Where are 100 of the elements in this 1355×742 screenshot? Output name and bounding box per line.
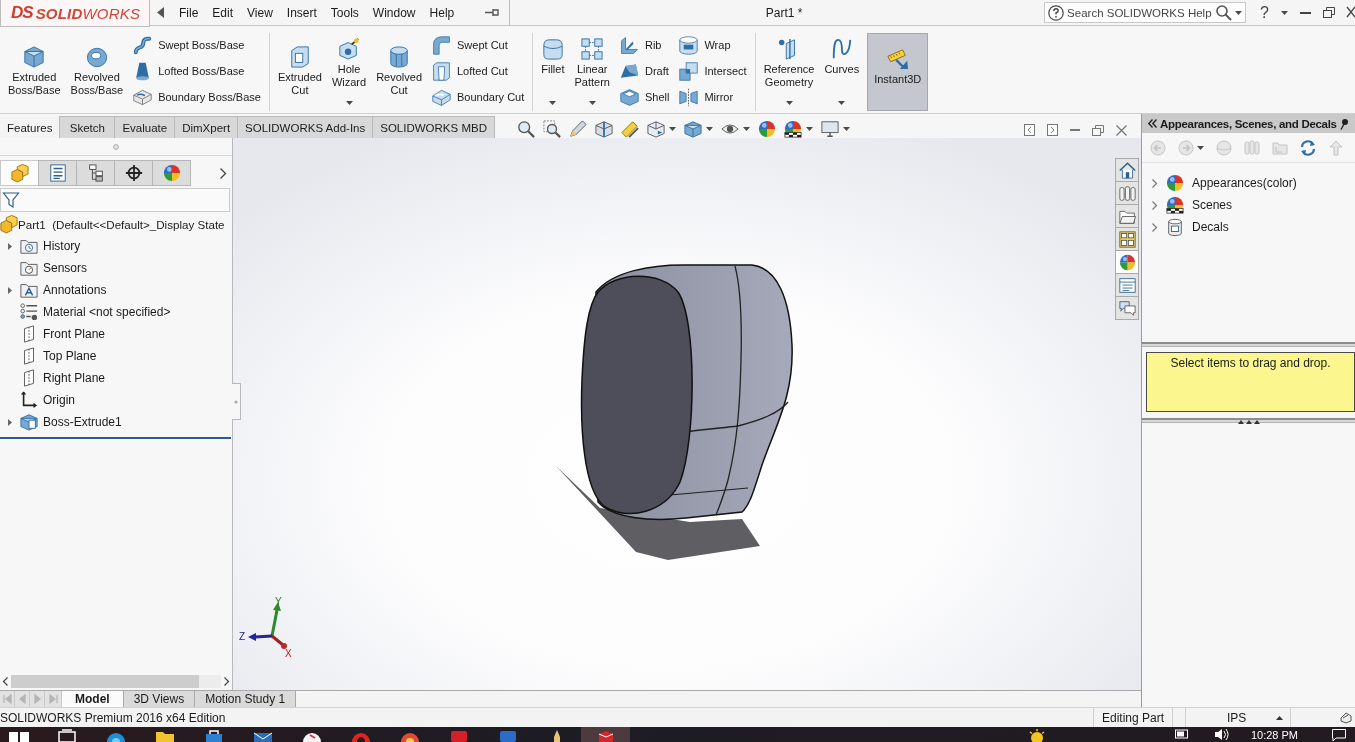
task-pane-tab[interactable]: [1115, 181, 1139, 205]
model-tab[interactable]: Motion Study 1: [195, 691, 297, 707]
chevron-right-icon[interactable]: [220, 167, 226, 179]
box-arrow-icon[interactable]: [646, 120, 665, 138]
menu-item[interactable]: File: [172, 5, 206, 20]
ribbon-button[interactable]: Instant3D: [867, 33, 929, 111]
tile-left-icon[interactable]: [1024, 124, 1035, 136]
caret-icon[interactable]: [842, 127, 850, 131]
funnel-icon[interactable]: [3, 192, 19, 208]
caret-icon[interactable]: [1281, 10, 1288, 15]
menu-item[interactable]: Help: [422, 5, 462, 20]
scene-ball-icon[interactable]: [783, 120, 802, 138]
ruler-pencil-icon[interactable]: [620, 120, 639, 138]
menu-item[interactable]: View: [240, 5, 280, 20]
ribbon-button[interactable]: Swept Boss/Base: [133, 34, 261, 56]
ribbon-button[interactable]: Reference Geometry: [761, 33, 817, 111]
refresh-icon[interactable]: [1300, 139, 1316, 156]
command-tab[interactable]: SOLIDWORKS MBD: [372, 116, 495, 138]
help-button[interactable]: ?: [1260, 3, 1269, 22]
sun-icon[interactable]: [1028, 729, 1045, 742]
pin-icon[interactable]: [485, 8, 499, 17]
caret-icon[interactable]: [588, 101, 596, 105]
search-icon[interactable]: [1216, 4, 1233, 21]
caret-icon[interactable]: [549, 101, 557, 105]
monitor-icon[interactable]: [820, 120, 839, 138]
tree-item[interactable]: Decals: [1142, 216, 1355, 238]
caret-icon[interactable]: [705, 127, 713, 131]
caret-up-icon[interactable]: [1276, 715, 1284, 720]
ribbon-button[interactable]: Swept Cut: [432, 34, 525, 56]
ribbon-button[interactable]: Draft: [619, 60, 670, 82]
manager-tab[interactable]: [38, 160, 77, 186]
expander-icon[interactable]: [8, 286, 12, 294]
task-pane-tab[interactable]: [1115, 296, 1139, 320]
caret-icon[interactable]: [805, 127, 813, 131]
ribbon-button[interactable]: Hole Wizard: [329, 33, 369, 111]
chevron-left-icon[interactable]: [3, 676, 8, 686]
command-tab[interactable]: DimXpert: [174, 116, 239, 138]
magnifier-frame-icon[interactable]: [542, 120, 561, 138]
restore-icon[interactable]: [1092, 124, 1104, 136]
ribbon-button[interactable]: Intersect: [679, 60, 747, 82]
menu-item[interactable]: Tools: [323, 5, 366, 20]
tree-item[interactable]: Boss-Extrude1: [0, 411, 231, 433]
triangle-left-icon[interactable]: [157, 7, 164, 18]
tree-item[interactable]: Scenes: [1142, 194, 1355, 216]
command-tab[interactable]: SOLIDWORKS Add-Ins: [237, 116, 374, 138]
caret-icon[interactable]: [668, 127, 676, 131]
ribbon-button[interactable]: Extruded Boss/Base: [6, 33, 63, 111]
tree-item[interactable]: History: [0, 235, 231, 257]
search-box[interactable]: Search SOLIDWORKS Help: [1044, 2, 1247, 23]
model-tab[interactable]: 3D Views: [123, 691, 196, 707]
clock[interactable]: 10:28 PM: [1250, 729, 1298, 741]
task-pane-tab[interactable]: [1115, 227, 1139, 251]
folder-icon[interactable]: [154, 729, 175, 742]
task-pane-tab[interactable]: [1115, 273, 1139, 297]
battery-icon[interactable]: [1174, 729, 1189, 738]
ribbon-button[interactable]: Revolved Boss/Base: [68, 33, 126, 111]
stacked-rect-icon[interactable]: [56, 729, 77, 742]
close-icon[interactable]: [1116, 124, 1127, 136]
eraser-icon[interactable]: [1340, 711, 1352, 724]
search-field[interactable]: Search SOLIDWORKS Help: [1067, 3, 1214, 22]
grip-icon[interactable]: [1237, 420, 1260, 424]
tree-item[interactable]: Sensors: [0, 257, 231, 279]
tree-item[interactable]: Appearances(color): [1142, 172, 1355, 194]
units-label[interactable]: IPS: [1227, 710, 1247, 725]
splitter-handle[interactable]: [232, 383, 241, 420]
ribbon-button[interactable]: Rib: [619, 34, 670, 56]
caret-icon[interactable]: [785, 101, 793, 105]
speech-bubble-icon[interactable]: [1332, 729, 1346, 741]
cube-icon[interactable]: [683, 120, 702, 138]
grip-icon[interactable]: [113, 143, 119, 150]
double-chevron-left-icon[interactable]: [1148, 119, 1157, 128]
chevron-right-icon[interactable]: [224, 676, 229, 686]
caret-icon[interactable]: [1197, 145, 1204, 150]
caret-icon[interactable]: [1235, 10, 1243, 15]
ribbon-button[interactable]: Lofted Boss/Base: [133, 60, 261, 82]
tree-item[interactable]: Front Plane: [0, 323, 231, 345]
square-icon[interactable]: [497, 729, 518, 742]
manager-tab[interactable]: [76, 160, 115, 186]
ribbon-button[interactable]: Shell: [619, 86, 670, 108]
magnifier-icon[interactable]: [516, 120, 535, 138]
manager-tab[interactable]: [114, 160, 153, 186]
tree-item[interactable]: Part1 (Default<<Default>_Display State: [0, 213, 231, 235]
command-tab[interactable]: Evaluate: [114, 116, 176, 138]
restore-icon[interactable]: [1323, 7, 1335, 18]
ribbon-button[interactable]: Linear Pattern: [572, 33, 612, 111]
tree-item[interactable]: Annotations: [0, 279, 231, 301]
menu-item[interactable]: Edit: [205, 5, 241, 20]
ribbon-button[interactable]: Boundary Cut: [432, 86, 525, 108]
color-ball-icon[interactable]: [757, 120, 776, 138]
ribbon-button[interactable]: Mirror: [679, 86, 747, 108]
task-pane-tab[interactable]: [1115, 158, 1139, 182]
tree-item[interactable]: Material <not specified>: [0, 301, 231, 323]
speaker-icon[interactable]: [1214, 729, 1229, 740]
caret-icon[interactable]: [345, 101, 353, 105]
chevron-right-icon[interactable]: [1152, 200, 1157, 210]
close-icon[interactable]: [1347, 7, 1355, 18]
pin-icon[interactable]: [1339, 117, 1348, 130]
task-pane-tab[interactable]: [1115, 204, 1139, 228]
minimize-icon[interactable]: [1300, 11, 1311, 14]
chevron-right-icon[interactable]: [1152, 222, 1157, 232]
